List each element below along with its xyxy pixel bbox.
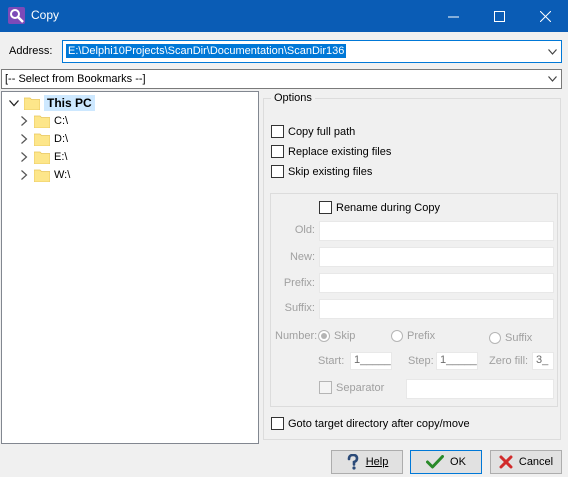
- checkbox-box[interactable]: [271, 125, 284, 138]
- rename-during-copy-checkbox[interactable]: Rename during Copy: [319, 201, 440, 214]
- step-input[interactable]: 1_____: [436, 352, 478, 370]
- suffix-label: Suffix:: [284, 302, 315, 314]
- checkbox-label: Goto target directory after copy/move: [288, 417, 470, 430]
- checkbox-label: Skip existing files: [288, 165, 373, 178]
- start-input[interactable]: 1_____: [350, 352, 392, 370]
- minimize-button[interactable]: [430, 0, 476, 32]
- chevron-down-icon[interactable]: [548, 76, 557, 82]
- folder-icon: [34, 133, 50, 146]
- checkbox-label: Copy full path: [288, 125, 356, 138]
- suffix-input[interactable]: [319, 299, 554, 319]
- bookmarks-select[interactable]: [-- Select from Bookmarks --]: [1, 69, 562, 89]
- chevron-right-icon[interactable]: [18, 115, 30, 127]
- number-suffix-radio[interactable]: Suffix: [489, 332, 532, 344]
- separator-input[interactable]: [406, 379, 554, 399]
- cancel-x-icon: [499, 455, 513, 469]
- chevron-right-icon[interactable]: [18, 169, 30, 181]
- new-label: New:: [289, 251, 315, 263]
- bookmarks-value: [-- Select from Bookmarks --]: [5, 73, 146, 85]
- radio-circle[interactable]: [489, 332, 501, 344]
- tree-node-c[interactable]: C:\: [18, 112, 68, 130]
- cancel-button[interactable]: Cancel: [490, 450, 562, 474]
- checkbox-box[interactable]: [319, 381, 332, 394]
- skip-existing-checkbox[interactable]: Skip existing files: [271, 165, 372, 178]
- zero-fill-input[interactable]: 3_: [532, 352, 554, 370]
- folder-tree[interactable]: This PC C:\ D:\ E:\ W:\: [1, 91, 259, 444]
- checkbox-box[interactable]: [271, 165, 284, 178]
- number-label: Number:: [275, 330, 318, 342]
- radio-label: Suffix: [505, 332, 533, 344]
- folder-icon: [34, 151, 50, 164]
- help-button[interactable]: Help: [331, 450, 403, 474]
- tree-node-label: W:\: [54, 169, 71, 181]
- goto-target-checkbox[interactable]: Goto target directory after copy/move: [271, 417, 470, 430]
- close-button[interactable]: [522, 0, 568, 32]
- folder-icon: [24, 97, 40, 110]
- address-label: Address:: [9, 45, 53, 57]
- radio-label: Prefix: [407, 330, 436, 342]
- close-icon: [539, 10, 551, 22]
- question-icon: [347, 454, 358, 470]
- prefix-input[interactable]: [319, 273, 554, 293]
- replace-existing-checkbox[interactable]: Replace existing files: [271, 145, 391, 158]
- step-label: Step:: [408, 355, 434, 367]
- checkbox-label: Rename during Copy: [336, 201, 440, 214]
- start-label: Start:: [318, 355, 345, 367]
- old-input[interactable]: [319, 221, 554, 241]
- chevron-down-icon[interactable]: [8, 97, 20, 109]
- window-title: Copy: [31, 8, 60, 22]
- title-bar[interactable]: Copy: [0, 0, 568, 32]
- folder-icon: [34, 169, 50, 182]
- chevron-right-icon[interactable]: [18, 151, 30, 163]
- chevron-down-icon[interactable]: [548, 48, 557, 55]
- maximize-icon: [493, 10, 505, 22]
- radio-label: Skip: [334, 330, 356, 342]
- minimize-icon: [447, 16, 459, 17]
- separator-checkbox[interactable]: Separator: [319, 381, 384, 394]
- tree-node-d[interactable]: D:\: [18, 130, 68, 148]
- new-input[interactable]: [319, 247, 554, 267]
- tree-node-label: D:\: [54, 133, 69, 145]
- radio-circle[interactable]: [391, 330, 403, 342]
- checkbox-label: Replace existing files: [288, 145, 392, 158]
- checkbox-box[interactable]: [271, 145, 284, 158]
- tree-node-label: This PC: [44, 95, 95, 111]
- number-skip-radio[interactable]: Skip: [318, 330, 355, 342]
- tree-node-this-pc[interactable]: This PC: [8, 94, 95, 112]
- zero-fill-label: Zero fill:: [489, 355, 529, 367]
- tree-node-w[interactable]: W:\: [18, 166, 70, 184]
- tree-node-e[interactable]: E:\: [18, 148, 67, 166]
- options-legend: Options: [271, 92, 315, 104]
- ok-button[interactable]: OK: [410, 450, 482, 474]
- checkbox-label: Separator: [336, 381, 385, 394]
- radio-circle[interactable]: [318, 330, 330, 342]
- tree-node-label: C:\: [54, 115, 69, 127]
- ok-label: OK: [450, 456, 466, 468]
- checkbox-box[interactable]: [271, 417, 284, 430]
- old-label: Old:: [294, 224, 315, 236]
- checkmark-icon: [426, 455, 445, 469]
- app-icon: [8, 7, 25, 24]
- address-value: E:\Delphi10Projects\ScanDir\Documentatio…: [66, 44, 347, 58]
- checkbox-box[interactable]: [319, 201, 332, 214]
- copy-full-path-checkbox[interactable]: Copy full path: [271, 125, 355, 138]
- tree-node-label: E:\: [54, 151, 68, 163]
- folder-icon: [34, 115, 50, 128]
- address-input[interactable]: E:\Delphi10Projects\ScanDir\Documentatio…: [62, 40, 562, 63]
- cancel-label: Cancel: [518, 456, 554, 468]
- help-label: Help: [365, 456, 389, 468]
- number-prefix-radio[interactable]: Prefix: [391, 330, 435, 342]
- maximize-button[interactable]: [476, 0, 522, 32]
- chevron-right-icon[interactable]: [18, 133, 30, 145]
- prefix-label: Prefix:: [283, 277, 315, 289]
